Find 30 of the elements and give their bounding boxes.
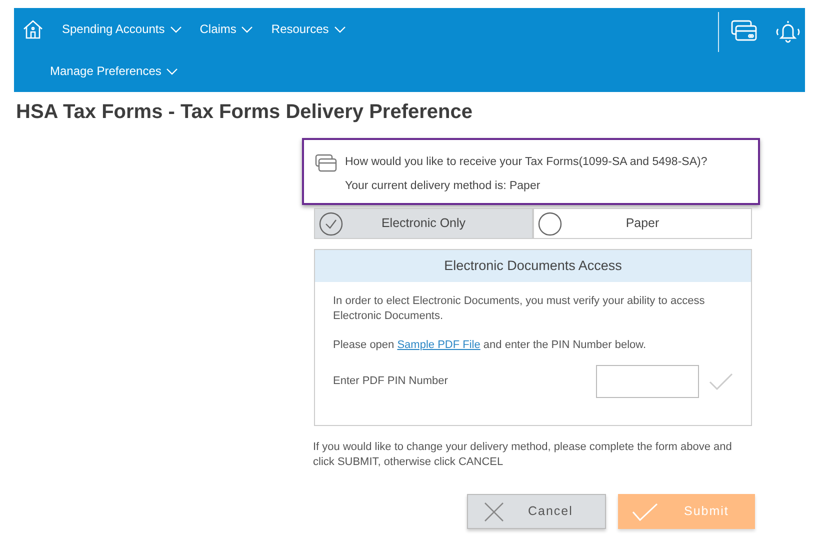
instructions-text: In order to elect Electronic Documents, you must verify your ability to access Electronic Documents.	[333, 294, 706, 324]
nav-menu-item[interactable]: Manage Preferences	[50, 62, 178, 80]
delivery-option[interactable]: Paper	[533, 208, 752, 240]
delivery-option[interactable]: Electronic Only	[314, 208, 533, 240]
question-text: How would you like to receive your Tax Forms(1099-SA and 5498-SA)?	[345, 155, 708, 170]
cancel-button[interactable]: Cancel	[467, 494, 606, 530]
instructions-text: Please open Sample PDF File and enter the PIN Number below.	[333, 338, 648, 354]
pin-input-field[interactable]	[596, 365, 699, 398]
page-title: HSA Tax Forms - Tax Forms Delivery Preference	[16, 100, 474, 124]
current-method-text: Your current delivery method is: Paper	[345, 179, 542, 194]
check-icon	[632, 502, 658, 521]
pin-label: Enter PDF PIN Number	[333, 374, 449, 390]
nav-menu-item[interactable]: Resources	[271, 20, 346, 38]
card-icon	[315, 154, 337, 172]
empty-circle-icon	[538, 212, 562, 236]
check-icon	[709, 372, 733, 391]
credit-card-icon[interactable]	[731, 20, 757, 42]
chevron-down-icon	[166, 68, 178, 74]
nav-menu-item[interactable]: Claims	[200, 20, 254, 38]
bell-icon[interactable]	[775, 20, 801, 44]
note-text: If you would like to change your delivery method, please complete the form above and click SUBMIT, otherwise click CANCEL	[313, 440, 733, 470]
home-icon[interactable]	[22, 18, 44, 40]
chevron-down-icon	[241, 26, 254, 32]
sample-pdf-link[interactable]: Sample PDF File	[397, 339, 480, 352]
close-icon	[484, 502, 504, 522]
chevron-down-icon	[334, 26, 346, 32]
nav-menu-item[interactable]: Spending Accounts	[62, 20, 182, 38]
chevron-down-icon	[170, 26, 182, 32]
panel-header: Electronic Documents Access	[315, 250, 751, 282]
checked-circle-icon	[319, 212, 343, 236]
